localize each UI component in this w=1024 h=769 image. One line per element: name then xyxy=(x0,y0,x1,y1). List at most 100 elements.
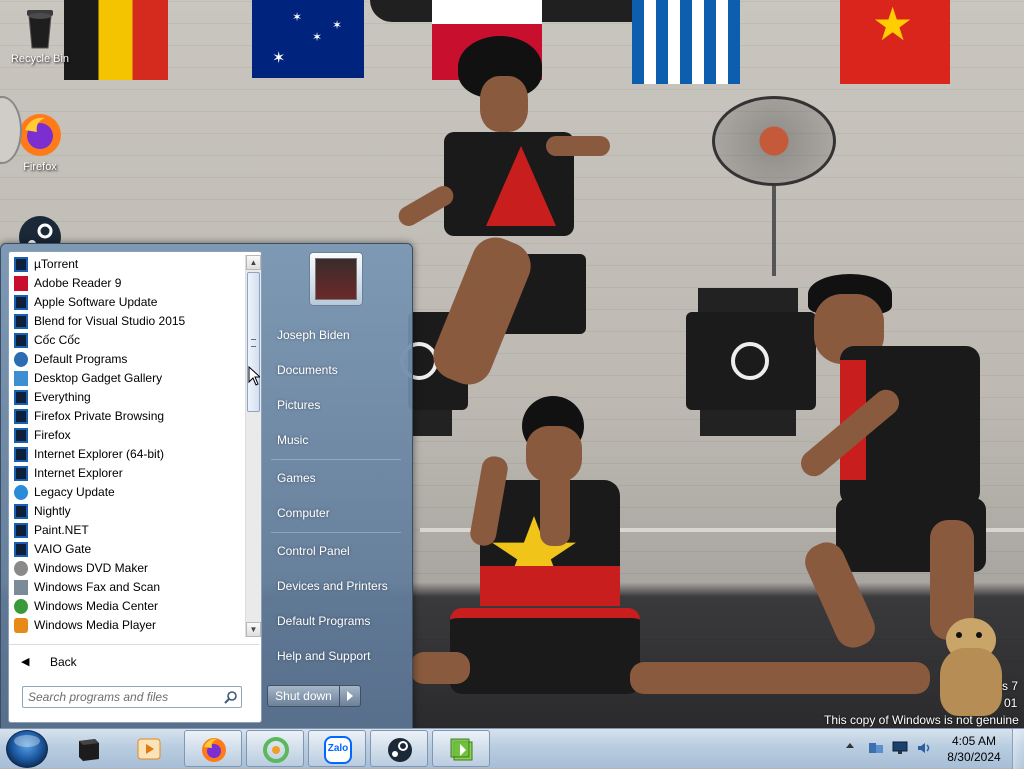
taskbar: Zalo 4:05 AM 8/30/2024 xyxy=(0,728,1024,769)
user-avatar[interactable] xyxy=(309,252,363,306)
start-menu: µTorrent Adobe Reader 9 Apple Software Upd… xyxy=(0,243,413,731)
right-item-control-panel[interactable]: Control Panel xyxy=(267,537,405,565)
program-item[interactable]: Blend for Visual Studio 2015 xyxy=(9,312,245,331)
firefox-icon xyxy=(17,112,63,158)
desktop-icon-recycle-bin[interactable]: Recycle Bin xyxy=(0,6,80,65)
flag-greece xyxy=(632,0,740,84)
scroll-down-button[interactable]: ▼ xyxy=(246,622,261,637)
volume-icon[interactable] xyxy=(916,741,932,755)
taskbar-zalo[interactable]: Zalo xyxy=(308,730,366,767)
right-item-pictures[interactable]: Pictures xyxy=(267,391,405,419)
program-item[interactable]: Internet Explorer (64-bit) xyxy=(9,445,245,464)
coccoc-icon xyxy=(263,737,289,763)
recycle-bin-icon xyxy=(24,6,56,50)
program-item[interactable]: Everything xyxy=(9,388,245,407)
back-button[interactable]: ◀ Back xyxy=(9,650,259,674)
media-player-icon xyxy=(14,618,28,633)
media-center-icon xyxy=(14,599,28,614)
right-item-default-programs[interactable]: Default Programs xyxy=(267,607,405,635)
taskbar-firefox[interactable] xyxy=(184,730,242,767)
firefox-icon xyxy=(202,738,226,762)
divider xyxy=(271,532,401,533)
right-item-games[interactable]: Games xyxy=(267,464,405,492)
clock-time: 4:05 AM xyxy=(951,734,997,748)
scroll-up-button[interactable]: ▲ xyxy=(246,255,261,270)
app-icon xyxy=(14,523,28,538)
flag-vietnam: ★ xyxy=(840,0,950,84)
program-item[interactable]: Apple Software Update xyxy=(9,293,245,312)
programs-scrollbar[interactable]: ▲ ▼ xyxy=(245,255,261,637)
monitor-icon[interactable] xyxy=(892,741,908,755)
program-item[interactable]: Firefox Private Browsing xyxy=(9,407,245,426)
app-icon xyxy=(14,504,28,519)
desktop-icon-label: Recycle Bin xyxy=(10,53,70,65)
program-item[interactable]: Firefox xyxy=(9,426,245,445)
search-icon[interactable] xyxy=(224,690,238,704)
program-item[interactable]: Adobe Reader 9 xyxy=(9,274,245,293)
program-label: VAIO Gate xyxy=(34,542,92,556)
show-desktop-button[interactable] xyxy=(1012,729,1024,769)
clock[interactable]: 4:05 AM 8/30/2024 xyxy=(936,733,1012,765)
app-icon xyxy=(14,390,28,405)
program-item[interactable]: Paint.NET xyxy=(9,521,245,540)
windows-orb-icon xyxy=(14,735,40,747)
scroll-thumb[interactable] xyxy=(247,272,260,412)
right-item-music[interactable]: Music xyxy=(267,426,405,454)
right-item-help-support[interactable]: Help and Support xyxy=(267,642,405,670)
divider xyxy=(9,644,259,645)
divider xyxy=(271,459,401,460)
steam-icon xyxy=(388,738,412,762)
program-item[interactable]: Legacy Update xyxy=(9,483,245,502)
program-label: Legacy Update xyxy=(34,485,115,499)
start-button[interactable] xyxy=(6,730,48,768)
back-label: Back xyxy=(50,655,77,669)
app-icon xyxy=(14,314,28,329)
app-icon xyxy=(14,409,28,424)
program-item[interactable]: VAIO Gate xyxy=(9,540,245,559)
program-item[interactable]: Windows DVD Maker xyxy=(9,559,245,578)
right-item-devices-printers[interactable]: Devices and Printers xyxy=(267,572,405,600)
program-item[interactable]: Cốc Cốc xyxy=(9,331,245,350)
search-input[interactable] xyxy=(28,689,213,705)
program-item[interactable]: Windows Media Center xyxy=(9,597,245,616)
program-label: Default Programs xyxy=(34,352,128,366)
watermark-corner: s 7 xyxy=(1002,679,1019,693)
program-item[interactable]: Desktop Gadget Gallery xyxy=(9,369,245,388)
all-programs-list: µTorrent Adobe Reader 9 Apple Software Upd… xyxy=(9,255,245,639)
network-icon[interactable] xyxy=(868,741,884,755)
program-item[interactable]: µTorrent xyxy=(9,255,245,274)
program-label: Windows Fax and Scan xyxy=(34,580,161,594)
taskbar-teracopy[interactable] xyxy=(432,730,490,767)
program-item[interactable]: Windows Media Player xyxy=(9,616,245,635)
program-item[interactable]: Windows Fax and Scan xyxy=(9,578,245,597)
pdf-icon xyxy=(14,276,28,291)
program-item[interactable]: Internet Explorer xyxy=(9,464,245,483)
steam-icon xyxy=(17,214,63,244)
flag-australia: ✶ ✶ ✶ ✶ xyxy=(252,0,364,78)
program-label: Windows Media Player xyxy=(34,618,157,632)
desktop-icon-label: Firefox xyxy=(23,161,57,173)
program-label: Adobe Reader 9 xyxy=(34,276,122,290)
user-picture xyxy=(315,258,357,300)
globe-icon xyxy=(14,352,28,367)
taskbar-explorer[interactable] xyxy=(60,730,118,767)
cat-sticker xyxy=(940,618,1004,716)
program-label: Windows Media Center xyxy=(34,599,159,613)
program-item[interactable]: Nightly xyxy=(9,502,245,521)
program-item[interactable]: Default Programs xyxy=(9,350,245,369)
right-item-user[interactable]: Joseph Biden xyxy=(267,321,405,349)
search-box[interactable] xyxy=(22,686,242,708)
taskbar-coccoc[interactable] xyxy=(246,730,304,767)
right-item-computer[interactable]: Computer xyxy=(267,499,405,527)
app-icon xyxy=(14,295,28,310)
taskbar-media-player[interactable] xyxy=(120,730,178,767)
arrow-right-icon xyxy=(347,691,353,701)
shutdown-button[interactable]: Shut down xyxy=(267,685,340,707)
shutdown-options-button[interactable] xyxy=(339,685,361,707)
right-item-documents[interactable]: Documents xyxy=(267,356,405,384)
mouse-cursor xyxy=(248,366,260,386)
watermark-corner-2: 01 xyxy=(1004,696,1018,710)
clock-date: 8/30/2024 xyxy=(947,750,1001,764)
tray-expand-icon[interactable] xyxy=(846,743,854,748)
taskbar-steam[interactable] xyxy=(370,730,428,767)
